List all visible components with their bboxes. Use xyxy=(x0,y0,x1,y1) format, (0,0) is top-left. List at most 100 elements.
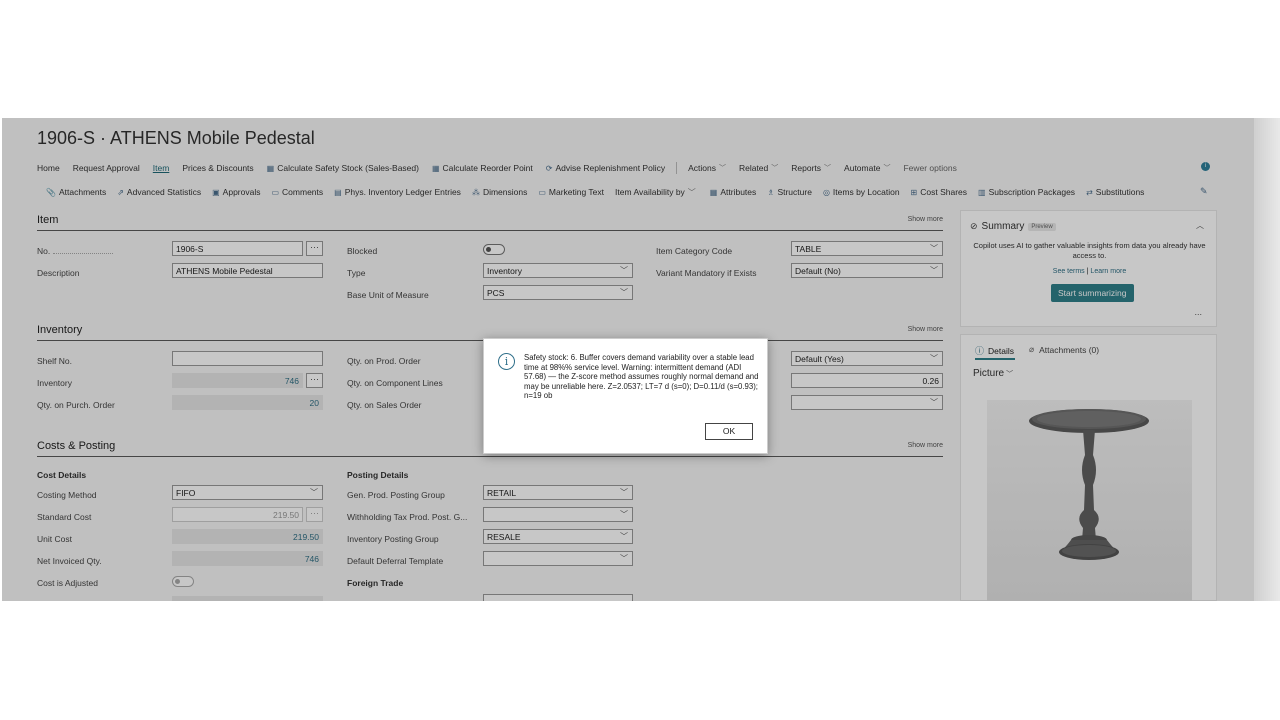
menu-reports-label: Reports xyxy=(791,163,822,173)
costs-show-more[interactable]: Show more xyxy=(908,442,943,449)
action-substitutions[interactable]: ⇄ Substitutions xyxy=(1086,187,1144,197)
see-terms-link[interactable]: See terms xyxy=(1053,268,1085,275)
posting-details-heading: Posting Details xyxy=(347,470,409,480)
nav-calc-safety-stock[interactable]: ▦ Calculate Safety Stock (Sales-Based) xyxy=(267,163,419,173)
action-subscription-packages-label: Subscription Packages xyxy=(988,187,1076,197)
qty-prod-label: Qty. on Prod. Order xyxy=(347,356,421,366)
category-select[interactable]: TABLE ﹀ xyxy=(791,241,943,256)
shelf-field[interactable] xyxy=(172,351,323,366)
blocked-label-text: Blocked xyxy=(347,246,378,256)
costing-method-label-text: Costing Method xyxy=(37,490,97,500)
package-icon: ▥ xyxy=(978,187,986,197)
nav-calc-reorder-point[interactable]: ▦ Calculate Reorder Point xyxy=(432,163,533,173)
nav-advise-replenishment[interactable]: ⟳ Advise Replenishment Policy xyxy=(546,163,665,173)
nav-prices-discounts[interactable]: Prices & Discounts xyxy=(182,163,253,173)
action-attachments[interactable]: 📎 Attachments xyxy=(46,187,106,197)
base-uom-select[interactable]: PCS ﹀ xyxy=(483,285,633,300)
nav-home[interactable]: Home xyxy=(37,163,60,173)
inventory-label: Inventory xyxy=(37,378,72,388)
nav-request-approval[interactable]: Request Approval xyxy=(73,163,140,173)
qty-purch-value[interactable]: 20 xyxy=(172,395,323,410)
ok-button[interactable]: OK xyxy=(705,423,753,440)
inventory-value[interactable]: 746 xyxy=(172,373,303,388)
action-phys-inventory[interactable]: ▤ Phys. Inventory Ledger Entries xyxy=(334,187,461,197)
chevron-up-icon[interactable]: ︿ xyxy=(1196,220,1204,231)
inventory-right-select[interactable]: Default (Yes) ﹀ xyxy=(791,351,943,366)
action-marketing-text[interactable]: ▭ Marketing Text xyxy=(538,187,604,197)
chevron-down-icon: ﹀ xyxy=(1006,370,1014,378)
unit-cost-value[interactable]: 219.50 xyxy=(172,529,323,544)
costing-method-select[interactable]: FIFO ﹀ xyxy=(172,485,323,500)
picture-header[interactable]: Picture ﹀ xyxy=(973,368,1013,379)
item-picture[interactable] xyxy=(987,400,1192,601)
fewer-options-button[interactable]: Fewer options xyxy=(903,163,956,173)
cost-adjusted-toggle xyxy=(172,576,194,587)
copilot-icon: ⊘ xyxy=(970,221,978,231)
inv-posting-value: RESALE xyxy=(487,532,521,542)
inventory-show-more[interactable]: Show more xyxy=(908,326,943,333)
info-icon[interactable]: i xyxy=(1201,162,1210,171)
no-label-text: No. xyxy=(37,246,51,256)
standard-cost-field[interactable]: 219.50 xyxy=(172,507,303,522)
dialog-message: Safety stock: 6. Buffer covers demand va… xyxy=(524,353,759,401)
menu-automate[interactable]: Automate ﹀ xyxy=(844,163,890,173)
inventory-lookup-button[interactable]: ··· xyxy=(306,373,323,388)
chevron-down-icon: ﹀ xyxy=(930,354,938,363)
description-field[interactable]: ATHENS Mobile Pedestal xyxy=(172,263,323,278)
action-dimensions-label: Dimensions xyxy=(482,187,528,197)
gen-prod-select[interactable]: RETAIL ﹀ xyxy=(483,485,633,500)
learn-more-link[interactable]: Learn more xyxy=(1090,268,1126,275)
inv-posting-select[interactable]: RESALE ﹀ xyxy=(483,529,633,544)
blocked-label: Blocked xyxy=(347,246,377,256)
action-cost-shares[interactable]: ⊞ Cost Shares xyxy=(911,187,967,197)
location-icon: ◎ xyxy=(822,187,830,197)
action-items-by-location-label: Items by Location xyxy=(832,187,900,197)
menu-actions-label: Actions xyxy=(688,163,716,173)
action-item-availability[interactable]: Item Availability by ﹀ xyxy=(615,187,699,198)
action-dimensions[interactable]: ⁂ Dimensions xyxy=(472,187,527,197)
no-lookup-button[interactable]: ··· xyxy=(306,241,323,256)
withholding-select[interactable]: ﹀ xyxy=(483,507,633,522)
attachments-tab-label: Attachments (0) xyxy=(1039,344,1100,355)
menu-reports[interactable]: Reports ﹀ xyxy=(791,163,831,173)
inventory-right-select-2[interactable]: ﹀ xyxy=(791,395,943,410)
no-field[interactable]: 1906-S xyxy=(172,241,303,256)
action-items-by-location[interactable]: ◎ Items by Location xyxy=(823,187,900,197)
calculator-icon: ▦ xyxy=(266,163,275,173)
action-approvals-label: Approvals xyxy=(222,187,261,197)
inventory-right-number[interactable]: 0.26 xyxy=(791,373,943,388)
net-invoiced-value[interactable]: 746 xyxy=(172,551,323,566)
deferral-select[interactable]: ﹀ xyxy=(483,551,633,566)
variant-select[interactable]: Default (No) ﹀ xyxy=(791,263,943,278)
chevron-down-icon: ﹀ xyxy=(718,165,726,172)
net-invoiced-label-text: Net Invoiced Qty. xyxy=(37,556,102,566)
action-substitutions-label: Substitutions xyxy=(1095,187,1145,197)
item-section-title[interactable]: Item xyxy=(37,214,943,226)
start-summarizing-button[interactable]: Start summarizing xyxy=(1051,284,1134,302)
action-bar: Home Request Approval Item Prices & Disc… xyxy=(37,160,970,176)
summary-more-button[interactable]: ... xyxy=(1194,307,1202,317)
chevron-down-icon: ﹀ xyxy=(620,266,628,275)
blocked-toggle[interactable] xyxy=(483,244,505,255)
refresh-icon: ⟳ xyxy=(545,163,553,173)
pin-icon[interactable]: ✎ xyxy=(1200,186,1208,197)
attachments-tab[interactable]: ⌀ Attachments (0) xyxy=(1029,344,1099,355)
item-show-more[interactable]: Show more xyxy=(908,216,943,223)
action-attributes[interactable]: ▦ Attributes xyxy=(710,187,756,197)
standard-cost-lookup-button[interactable]: ··· xyxy=(306,507,323,522)
details-tab[interactable]: ⓘ Details xyxy=(975,344,1014,357)
action-subscription-packages[interactable]: ▥ Subscription Packages xyxy=(978,187,1075,197)
nav-item[interactable]: Item xyxy=(153,163,170,173)
menu-related[interactable]: Related ﹀ xyxy=(739,163,778,173)
action-attachments-label: Attachments xyxy=(58,187,107,197)
action-advanced-statistics[interactable]: ⇗ Advanced Statistics xyxy=(117,187,201,197)
action-comments[interactable]: ▭ Comments xyxy=(271,187,323,197)
inventory-section-title[interactable]: Inventory xyxy=(37,324,943,336)
action-structure[interactable]: ♗ Structure xyxy=(767,187,812,197)
menu-actions[interactable]: Actions ﹀ xyxy=(688,163,726,173)
type-value: Inventory xyxy=(487,266,522,276)
category-label: Item Category Code xyxy=(656,246,732,256)
action-attributes-label: Attributes xyxy=(720,187,757,197)
type-select[interactable]: Inventory ﹀ xyxy=(483,263,633,278)
action-approvals[interactable]: ▣ Approvals xyxy=(212,187,260,197)
